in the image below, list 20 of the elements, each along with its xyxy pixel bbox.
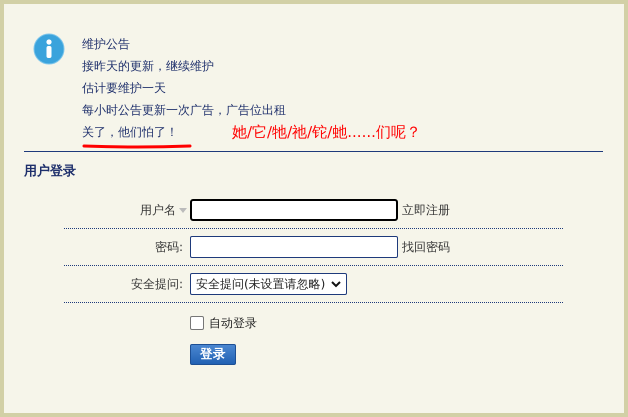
- field-label: 密码:: [154, 238, 183, 256]
- field-link[interactable]: 找回密码: [402, 238, 450, 256]
- password-field[interactable]: [190, 236, 398, 258]
- login-button[interactable]: 登录: [190, 344, 236, 365]
- checkbox-label: 自动登录: [209, 314, 257, 332]
- notice-title: 维护公告: [82, 36, 131, 53]
- notice-line: 估计要维护一天: [82, 80, 167, 97]
- annotation-text: 她/它/牠/祂/铊/虵......们呢？: [232, 122, 421, 143]
- notice-line: 关了，他们怕了！: [82, 124, 178, 141]
- field-label: 安全提问:: [130, 276, 183, 292]
- username-field[interactable]: [190, 199, 398, 221]
- question-dropdown[interactable]: 安全提问(未设置请忽略): [190, 273, 348, 295]
- notice-line: 接昨天的更新，继续维护: [82, 58, 215, 75]
- field-link[interactable]: 立即注册: [402, 202, 450, 218]
- chevron-down-icon: [331, 280, 342, 288]
- remember-checkbox[interactable]: [190, 316, 204, 330]
- login-title: 用户登录: [24, 163, 77, 181]
- field-label: 用户名: [140, 202, 176, 218]
- notice-line: 每小时公告更新一次广告，广告位出租: [82, 102, 287, 119]
- info-icon: [33, 33, 65, 65]
